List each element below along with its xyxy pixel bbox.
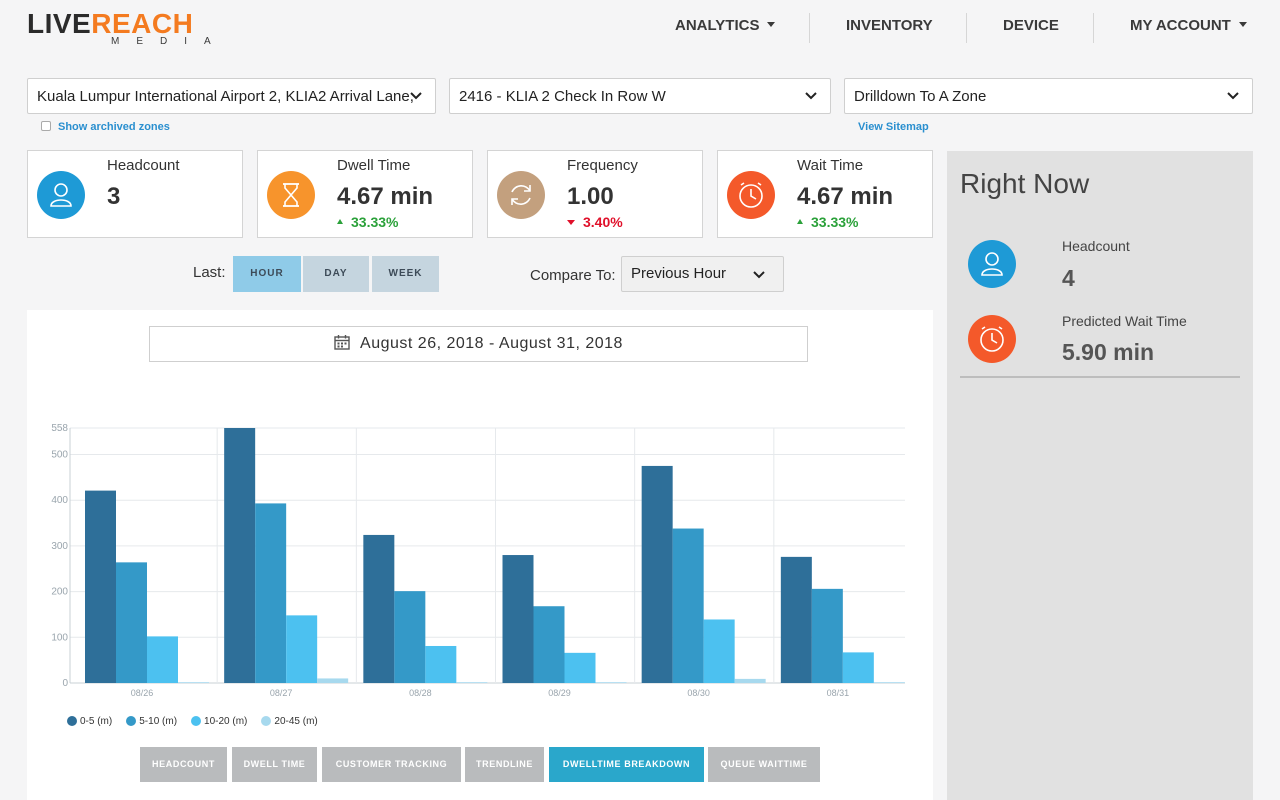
chart-legend: 0-5 (m) 5-10 (m) 10-20 (m) 20-45 (m) <box>67 713 332 731</box>
legend-label: 5-10 (m) <box>139 715 178 727</box>
bar <box>394 591 426 683</box>
bar <box>641 465 673 683</box>
bar <box>502 555 534 683</box>
legend-item[interactable]: 5-10 (m) <box>126 716 177 727</box>
bar <box>734 678 766 683</box>
legend-label: 10-20 (m) <box>204 715 248 727</box>
tab-queue-waittime[interactable]: QUEUE WAITTIME <box>708 747 820 782</box>
bar <box>85 490 116 683</box>
legend-item[interactable]: 0-5 (m) <box>67 716 112 727</box>
x-tick-label: 08/31 <box>827 688 850 698</box>
bar <box>147 636 178 683</box>
bar <box>533 606 565 683</box>
bar <box>780 556 812 683</box>
bar <box>363 534 395 683</box>
legend-label: 0-5 (m) <box>80 715 113 727</box>
legend-item[interactable]: 10-20 (m) <box>191 716 247 727</box>
bar <box>425 645 457 683</box>
legend-label: 20-45 (m) <box>274 715 318 727</box>
bar <box>178 682 209 683</box>
bar <box>703 619 735 683</box>
x-tick-label: 08/29 <box>548 688 571 698</box>
bar <box>564 652 596 683</box>
y-tick-label: 300 <box>51 541 68 552</box>
y-tick-label: 200 <box>51 587 68 598</box>
y-tick-label: 0 <box>62 678 68 689</box>
x-tick-label: 08/27 <box>270 688 293 698</box>
bar <box>317 678 349 683</box>
x-tick-label: 08/26 <box>131 688 154 698</box>
legend-dot <box>191 716 202 726</box>
x-tick-label: 08/28 <box>409 688 432 698</box>
bar <box>873 682 905 683</box>
tab-headcount[interactable]: HEADCOUNT <box>140 747 227 782</box>
bar <box>842 652 874 683</box>
legend-dot <box>67 716 77 726</box>
bar <box>116 562 147 683</box>
bar <box>672 528 704 683</box>
bar <box>456 682 488 683</box>
y-tick-label: 400 <box>51 495 68 506</box>
bar <box>286 615 318 683</box>
bar <box>811 588 843 683</box>
y-tick-label: 558 <box>51 423 68 434</box>
tab-trendline[interactable]: TRENDLINE <box>465 747 544 782</box>
dwelltime-breakdown-chart: 0 100 200 300 400 500 558 08/26 08/27 08/28 08/29 0… <box>51 423 905 698</box>
y-tick-label: 500 <box>51 450 68 461</box>
legend-item[interactable]: 20-45 (m) <box>261 715 318 727</box>
bar <box>224 428 256 683</box>
tab-customer-tracking[interactable]: CUSTOMER TRACKING <box>322 747 461 782</box>
x-tick-label: 08/30 <box>687 688 710 698</box>
bar <box>255 503 287 683</box>
legend-dot <box>126 716 137 726</box>
tab-dwelltime-breakdown[interactable]: DWELLTIME BREAKDOWN <box>549 747 704 782</box>
bar <box>595 682 627 683</box>
legend-dot <box>261 716 272 726</box>
y-tick-label: 100 <box>51 632 68 643</box>
tab-dwell-time[interactable]: DWELL TIME <box>232 747 317 782</box>
